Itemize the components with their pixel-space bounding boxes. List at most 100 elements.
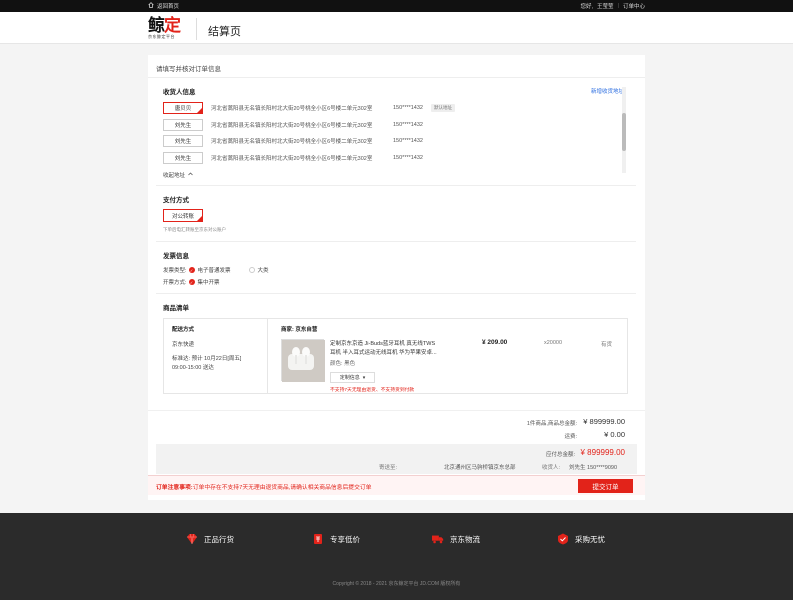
greeting-text: 您好, [580, 4, 594, 10]
order-center-link[interactable]: 订单中心 [623, 2, 645, 10]
address-name[interactable]: 刘先生 [163, 119, 203, 131]
section-divider [156, 293, 636, 294]
feature-genuine: 正品行货 [186, 533, 234, 545]
order-notice-label: 订单注意事项: [156, 485, 193, 491]
submit-order-button[interactable]: 提交订单 [578, 479, 633, 493]
heading-divider [148, 77, 645, 78]
payment-note: 下单后电汇转账至京东对公账户 [163, 227, 226, 232]
shipping-title: 配送方式 [172, 327, 195, 333]
address-name[interactable]: 刘先生 [163, 135, 203, 147]
ship-to-address: 北京通州区马驹桥镇京东总部 [444, 465, 516, 471]
order-notice: 订单注意事项:订单中存在不支持7天无理由退货商品,请确认相关商品信息后提交订单 [156, 482, 371, 491]
ship-to-label: 寄送至: [378, 465, 397, 471]
address-phone: 150****1432 [393, 105, 423, 111]
address-row[interactable]: 刘先生 河北省蒿阳县无名镇长阳村北大街20号桃全小区6号楼二单元302室 150… [163, 119, 623, 131]
home-link[interactable]: 返回首页 [148, 2, 179, 10]
page-header: 鲸定 京东鲸定平台 结算页 [0, 12, 793, 44]
invoice-mode-row: 开票方式: ✓ 集中开票 [163, 278, 220, 286]
feature-low-price: 专享低价 [312, 533, 360, 545]
address-phone: 150****1432 [393, 122, 423, 128]
logo-subtitle: 京东鲸定平台 [148, 34, 175, 39]
diamond-icon [186, 533, 198, 545]
order-notice-bar: 订单注意事项:订单中存在不支持7天无理由退货商品,请确认相关商品信息后提交订单 … [148, 475, 645, 495]
goods-total-label: 1件商品,商品总金额: [526, 421, 577, 427]
invoice-mode-label: 开票方式: [163, 280, 187, 286]
logo-char-2: 定 [164, 16, 181, 36]
checkout-card: 请填写并核对订单信息 收货人信息 新增收货地址 唐贝贝 河北省蒿阳县无名镇长阳村… [148, 55, 645, 500]
home-icon [148, 2, 154, 10]
address-text: 河北省蒿阳县无名镇长阳村北大街20号桃全小区6号楼二单元302室 [211, 156, 373, 162]
address-text: 河北省蒿阳县无名镇长阳村北大街20号桃全小区6号楼二单元302室 [211, 106, 373, 112]
address-row[interactable]: 唐贝贝 河北省蒿阳县无名镇长阳村北大街20号桃全小区6号楼二单元302室 150… [163, 102, 623, 114]
feature-logistics: 京东物流 [432, 533, 480, 545]
product-color-label: 颜色: [330, 361, 343, 367]
card-heading: 请填写并核对订单信息 [156, 66, 221, 73]
logo[interactable]: 鲸定 京东鲸定平台 [148, 17, 190, 41]
invoice-type-other[interactable]: 大类 [258, 266, 269, 274]
address-row[interactable]: 刘先生 河北省蒿阳县无名镇长阳村北大街20号桃全小区6号楼二单元302室 150… [163, 135, 623, 147]
checked-radio-icon[interactable]: ✓ [188, 279, 195, 285]
freight-amount: ¥ 0.00 [604, 430, 625, 439]
seller-name: 京东自营 [295, 327, 318, 333]
product-name-line-1[interactable]: 定制京东京造 Ji-Buds蓝牙耳机 真无线TWS [330, 339, 435, 347]
invoice-type-label: 发票类型: [163, 268, 187, 274]
address-row[interactable]: 刘先生 河北省蒿阳县无名镇长阳村北大街20号桃全小区6号楼二单元302室 150… [163, 152, 623, 164]
scrollbar-thumb[interactable] [622, 113, 626, 151]
goods-total-amount: ¥ 899999.00 [583, 417, 625, 426]
truck-icon [432, 533, 444, 545]
feature-label: 正品行货 [204, 534, 234, 544]
username-link[interactable]: 王莹莹 [597, 2, 614, 10]
address-name-selected[interactable]: 唐贝贝 [163, 102, 203, 114]
address-text: 河北省蒿阳县无名镇长阳村北大街20号桃全小区6号楼二单元302室 [211, 123, 373, 129]
shipping-method: 京东快递 [172, 342, 195, 348]
default-address-badge: 默认地址 [431, 104, 455, 112]
collapse-address-toggle[interactable]: 收起地址 [163, 171, 193, 179]
product-color: 颜色: 黑色 [330, 359, 355, 367]
address-phone: 150****1432 [393, 155, 423, 161]
feature-label: 京东物流 [450, 534, 480, 544]
address-phone: 150****1432 [393, 138, 423, 144]
shipping-window: 09:00-15:00 送达 [172, 365, 214, 371]
payable-amount: ¥ 899999.00 [580, 448, 626, 457]
section-divider [156, 185, 636, 186]
topbar-divider: | [617, 3, 619, 9]
shipping-time-value: 预计 10月22日[周五] [191, 356, 242, 362]
product-color-value: 黑色 [344, 361, 356, 367]
logo-char-1: 鲸 [148, 16, 165, 36]
product-quantity: x20000 [544, 340, 563, 346]
product-image[interactable] [281, 339, 325, 382]
top-bar: 返回首页 您好, 王莹莹 | 订单中心 [0, 0, 793, 12]
goods-list: 配送方式 京东快递 标准达: 预计 10月22日[周五] 09:00-15:00… [163, 318, 628, 394]
invoice-type-selected[interactable]: 电子普通发票 [198, 266, 231, 274]
price-tag-icon [312, 533, 324, 545]
receiver-section-title: 收货人信息 [163, 89, 196, 96]
custom-info-dropdown[interactable]: 定制信息 ▾ [330, 372, 375, 383]
invoice-type-row: 发票类型: ✓ 电子普通发票 大类 [163, 266, 269, 274]
add-address-link[interactable]: 新增收货地址 [591, 87, 624, 95]
freight-label: 运费: [564, 434, 577, 440]
chevron-up-icon [188, 172, 193, 178]
unchecked-radio-icon[interactable] [248, 267, 255, 273]
goods-section-title: 商品清单 [163, 305, 189, 312]
custom-info-label: 定制信息 [339, 375, 360, 381]
page-title: 结算页 [208, 26, 241, 38]
payable-summary: 应付总金额: ¥ 899999.00 寄送至: 北京通州区马驹桥镇京东总部 收货… [156, 444, 637, 474]
seller-label: 商家: [281, 327, 294, 333]
address-scrollbar[interactable] [622, 87, 626, 173]
copyright: Copyright © 2018 - 2021 京东鲸定平台 JD.COM 版权… [332, 581, 461, 587]
invoice-section-title: 发票信息 [163, 253, 189, 260]
invoice-mode-selected[interactable]: 集中开票 [198, 278, 220, 286]
receiver-info: 刘先生 150****9090 [569, 465, 618, 471]
receiver-label: 收货人: [542, 465, 561, 471]
shipping-panel: 配送方式 京东快递 标准达: 预计 10月22日[周五] 09:00-15:00… [164, 319, 268, 393]
section-divider [156, 241, 636, 242]
checked-radio-icon[interactable]: ✓ [188, 267, 195, 273]
address-name[interactable]: 刘先生 [163, 152, 203, 164]
product-name-line-2[interactable]: 耳机 半入耳式运动无线耳机 华为苹果安卓... [330, 348, 437, 356]
caret-down-icon: ▾ [362, 374, 366, 381]
payment-method-option[interactable]: 对公转账 [163, 209, 203, 222]
stock-status: 有货 [601, 342, 613, 348]
header-divider [196, 18, 197, 40]
product-price: ¥ 209.00 [482, 339, 508, 346]
shipping-time-label: 标准达: [172, 356, 191, 362]
